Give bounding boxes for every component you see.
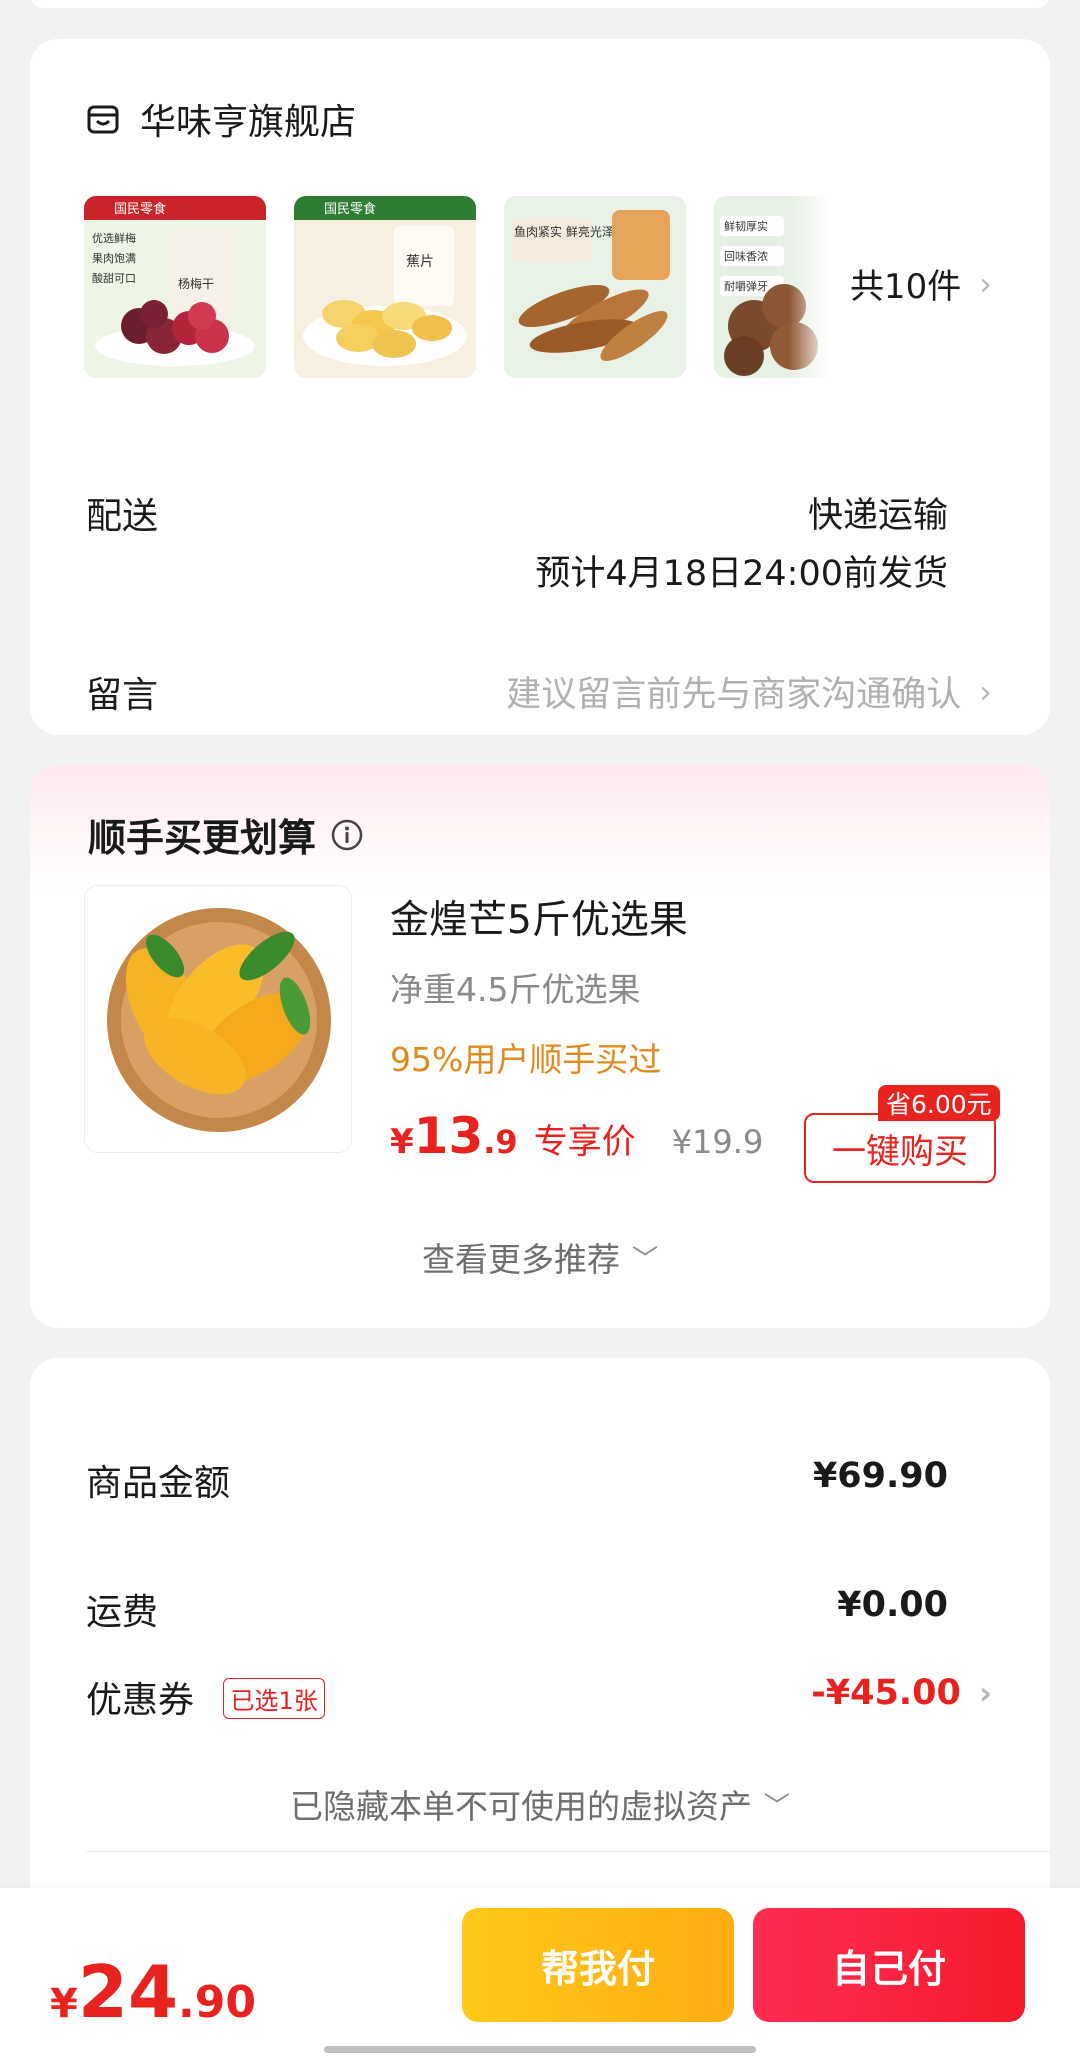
chevron-down-icon: ﹀: [631, 1244, 658, 1275]
save-badge: 省6.00元: [878, 1085, 1000, 1121]
delivery-label: 配送: [86, 496, 159, 537]
coupon-label: 优惠券: [86, 1680, 195, 1721]
thumb1-badge: 国民零食: [114, 201, 166, 217]
delivery-method: 快递运输: [807, 496, 948, 536]
total-symbol: ¥: [50, 1981, 78, 2027]
thumb2-badge: 国民零食: [324, 201, 376, 217]
price-integer: 13: [413, 1107, 484, 1165]
price-tag: 专享价: [533, 1122, 636, 1162]
product-thumbnails[interactable]: 国民零食 优选鲜梅 果肉饱满 酸甜可口 杨梅干 国民零食 蕉片 鱼肉紧实 鲜亮光…: [84, 196, 829, 378]
original-price: ¥19.9: [671, 1123, 764, 1161]
item-count: 共10件: [849, 267, 962, 307]
chevron-right-icon: ›: [979, 672, 992, 711]
coupon-row[interactable]: 优惠券 已选1张: [86, 1671, 325, 1723]
total-decimal: .90: [178, 1977, 256, 2028]
message-label: 留言: [86, 675, 159, 716]
help-me-pay-button[interactable]: 帮我付: [462, 1908, 734, 2022]
coupon-value: -¥45.00: [811, 1673, 961, 1713]
message-placeholder: 建议留言前先与商家沟通确认: [506, 675, 962, 715]
previous-card-edge: [30, 0, 1050, 8]
home-indicator[interactable]: [324, 2046, 756, 2053]
thumb1-feature3: 酸甜可口: [92, 271, 136, 285]
thumb1-feature2: 果肉饱满: [92, 251, 136, 265]
item-count-link[interactable]: 共10件 ›: [850, 259, 992, 308]
more-recommendations-link[interactable]: 查看更多推荐 ﹀: [30, 1233, 1050, 1281]
price-decimal: .9: [483, 1123, 518, 1161]
thumb4-feature2: 回味香浓: [724, 250, 768, 263]
total-price: ¥ 24 .90: [50, 1950, 256, 2034]
message-input[interactable]: 建议留言前先与商家沟通确认 ›: [506, 666, 992, 717]
shipping-fee-value: ¥0.00: [837, 1585, 948, 1625]
info-icon[interactable]: [330, 818, 364, 852]
store-header[interactable]: 华味亨旗舰店: [86, 93, 356, 145]
thumb1-feature1: 优选鲜梅: [92, 231, 136, 245]
product-thumb-bayberry[interactable]: 国民零食 优选鲜梅 果肉饱满 酸甜可口 杨梅干: [84, 196, 266, 378]
coupon-badge: 已选1张: [223, 1677, 325, 1719]
chevron-right-icon: ›: [978, 1674, 992, 1712]
hidden-assets-label: 已隐藏本单不可使用的虚拟资产: [289, 1787, 752, 1826]
delivery-date: 预计4月18日24:00前发货: [535, 554, 948, 594]
price-symbol: ¥: [390, 1122, 414, 1162]
goods-amount-value: ¥69.90: [812, 1456, 948, 1496]
thumbs-fade: [789, 196, 829, 378]
store-card: 华味亨旗舰店 国民零食 优选鲜梅 果肉饱满 酸甜可口 杨梅干 国民零食 蕉片 鱼…: [30, 39, 1050, 735]
store-name: 华味亨旗舰店: [140, 102, 357, 143]
mango-product-image[interactable]: [84, 885, 352, 1153]
store-icon: [87, 105, 119, 134]
one-click-buy-button[interactable]: 一键购买: [804, 1113, 996, 1183]
divider: [86, 1851, 1050, 1852]
goods-amount-label: 商品金额: [86, 1463, 231, 1504]
bottom-pay-bar: ¥ 24 .90 帮我付 自己付: [0, 1888, 1080, 2058]
hidden-assets-toggle[interactable]: 已隐藏本单不可使用的虚拟资产 ﹀: [30, 1780, 1050, 1828]
thumb1-label: 杨梅干: [178, 276, 214, 291]
recommend-title: 顺手买更划算: [88, 807, 364, 862]
thumb3-label: 鱼肉紧实 鲜亮光泽: [514, 224, 614, 239]
recommend-card: 顺手买更划算 金煌芒5斤优选果 净重4.5斤优选果 95%用户顺手买过 ¥ 13…: [30, 765, 1050, 1328]
pay-myself-button[interactable]: 自己付: [753, 1908, 1025, 2022]
thumb4-feature1: 鲜韧厚实: [724, 219, 768, 233]
recommend-product-name[interactable]: 金煌芒5斤优选果: [390, 889, 688, 945]
product-thumb-fish[interactable]: 鱼肉紧实 鲜亮光泽: [504, 196, 686, 378]
thumb4-feature3: 耐嚼弹牙: [724, 279, 768, 293]
recommend-product-subtitle: 净重4.5斤优选果: [390, 970, 641, 1009]
coupon-value-link[interactable]: -¥45.00 ›: [811, 1673, 992, 1713]
chevron-right-icon: ›: [979, 264, 992, 303]
recommend-price: ¥ 13 .9 专享价 ¥19.9: [390, 1107, 763, 1165]
total-integer: 24: [77, 1950, 179, 2034]
shipping-fee-label: 运费: [86, 1592, 159, 1633]
chevron-down-icon: ﹀: [763, 1791, 790, 1822]
thumb2-label: 蕉片: [406, 254, 434, 270]
product-thumb-banana-chips[interactable]: 国民零食 蕉片: [294, 196, 476, 378]
recommend-title-text: 顺手买更划算: [88, 816, 317, 860]
more-recommendations-label: 查看更多推荐: [421, 1240, 620, 1279]
recommend-product-stat: 95%用户顺手买过: [390, 1040, 662, 1079]
